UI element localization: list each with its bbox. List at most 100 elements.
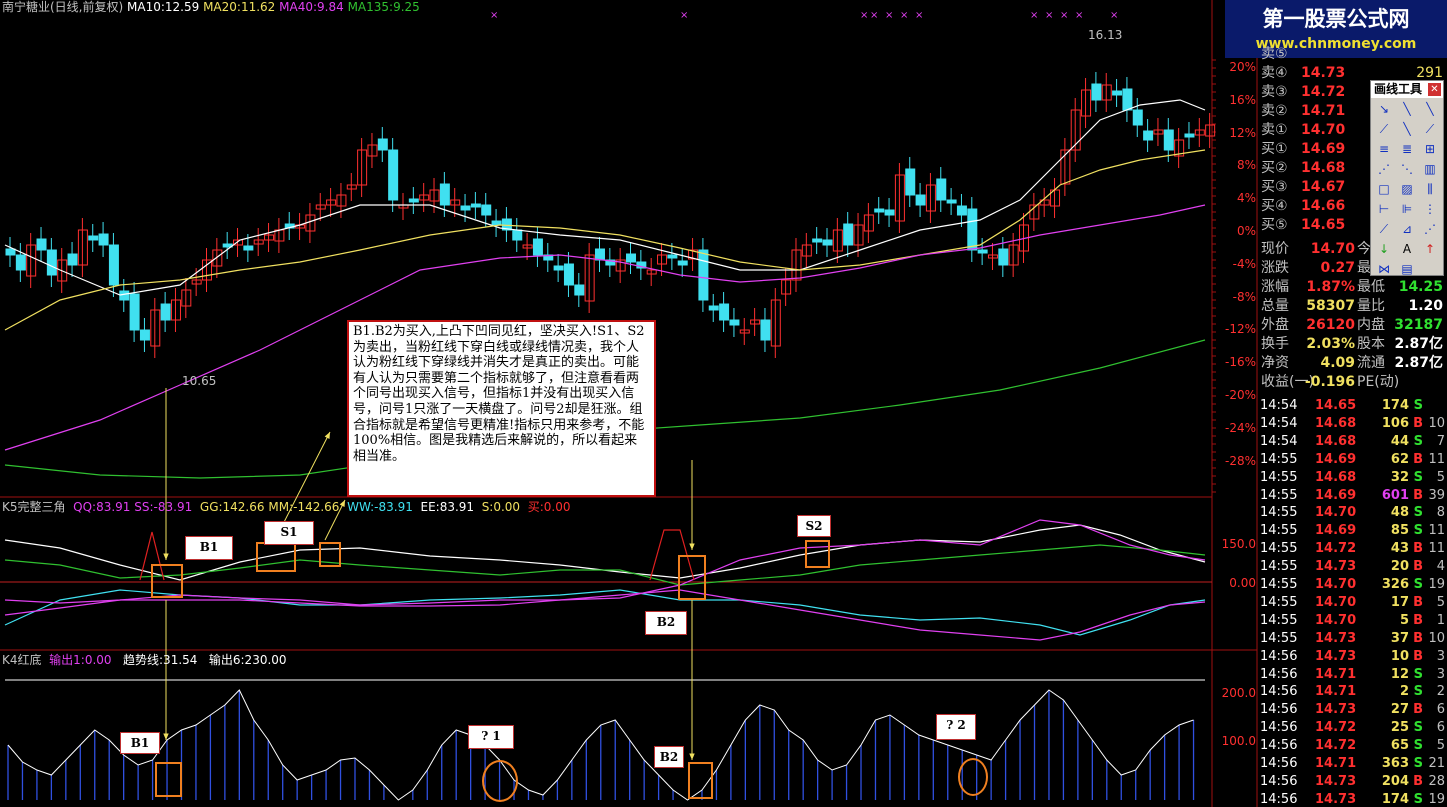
- tick-row: 14:56 14.72 65 S 5: [1257, 737, 1447, 755]
- order-label: 卖①: [1261, 122, 1288, 138]
- order-label: 卖②: [1261, 103, 1288, 119]
- drawing-tool-icon[interactable]: ↑: [1420, 240, 1440, 258]
- drawing-tool-icon[interactable]: ⊿: [1397, 220, 1417, 238]
- drawing-tools-palette[interactable]: 画线工具 ✕ ↘ ╲ ╲ ⟋ ╲ ⟋ ≡ ≣ ⊞ ⋰ ⋱ ▥ □ ▨ ⫼ ⊢ ⊫ ⋮ ⟋ ⊿ ⋰ ↓ A ↑ ⋈ ▤: [1370, 80, 1444, 276]
- drawing-tool-icon[interactable]: ⋈: [1374, 260, 1394, 278]
- drawing-tool-icon[interactable]: ⋱: [1397, 160, 1417, 178]
- drawing-tool-icon[interactable]: ⋮: [1420, 200, 1440, 218]
- order-price: 14.72: [1301, 84, 1346, 100]
- candle-body: [1132, 109, 1143, 126]
- tick-volume: 5: [1399, 612, 1409, 628]
- candle-body: [15, 254, 26, 271]
- low-price-label: 10.65: [182, 374, 217, 388]
- tick-row: 14:54 14.68 106 B 10: [1257, 415, 1447, 433]
- candle-body: [719, 303, 730, 321]
- q1-highlight-circle: [482, 760, 518, 802]
- order-label: 买④: [1261, 198, 1288, 214]
- price-axis-label: 16%: [1229, 92, 1256, 107]
- quote-label-2: 今: [1357, 241, 1371, 257]
- order-label: 买⑤: [1261, 217, 1288, 233]
- drawing-tool-icon[interactable]: ⟋: [1374, 120, 1394, 138]
- order-label: 买③: [1261, 179, 1288, 195]
- drawing-tool-icon[interactable]: ⊢: [1374, 200, 1394, 218]
- drawing-tool-icon[interactable]: ≡: [1374, 140, 1394, 158]
- candle-body: [936, 178, 947, 201]
- arrow-b2-down-head: [689, 543, 695, 550]
- candle-body: [626, 253, 637, 263]
- drawing-tool-icon[interactable]: ╲: [1397, 100, 1417, 118]
- quote-value: -0.196: [1304, 374, 1355, 390]
- drawing-tool-icon[interactable]: ↘: [1374, 100, 1394, 118]
- quote-row: 总量 58307 量比 1.20: [1257, 297, 1447, 316]
- ma10-line: [4, 99, 1206, 296]
- ww-value: WW:-83.91: [347, 500, 413, 514]
- tick-count: 5: [1436, 594, 1445, 610]
- candle-body: [874, 208, 885, 213]
- quote-row: 涨幅 1.87% 最低 14.25: [1257, 278, 1447, 297]
- tick-side: S: [1413, 791, 1423, 807]
- tick-row: 14:56 14.73 27 B 6: [1257, 701, 1447, 719]
- candle-body: [822, 239, 833, 246]
- signal-marker: ×: [915, 10, 923, 21]
- tick-time: 14:56: [1260, 738, 1298, 754]
- palette-title-bar[interactable]: 画线工具 ✕: [1371, 81, 1443, 98]
- drawing-tool-icon[interactable]: ⋰: [1420, 220, 1440, 238]
- tick-side: S: [1413, 684, 1423, 700]
- price-axis-label: -24%: [1224, 420, 1256, 435]
- signal-marker: ×: [900, 10, 908, 21]
- price-axis-label: -16%: [1224, 355, 1256, 370]
- drawing-tool-icon[interactable]: ≣: [1397, 140, 1417, 158]
- tick-count: 10: [1428, 415, 1445, 431]
- close-icon[interactable]: ✕: [1428, 83, 1441, 96]
- drawing-tool-icon[interactable]: ⊫: [1397, 200, 1417, 218]
- drawing-tool-icon[interactable]: ▨: [1397, 180, 1417, 198]
- drawing-tool-icon[interactable]: ⊞: [1420, 140, 1440, 158]
- drawing-tool-icon[interactable]: ⋰: [1374, 160, 1394, 178]
- tick-volume: 65: [1390, 738, 1409, 754]
- drawing-tool-icon[interactable]: ⫼: [1420, 180, 1440, 198]
- drawing-tool-icon[interactable]: ↓: [1374, 240, 1394, 258]
- price-axis-label: 8%: [1236, 158, 1256, 173]
- candle-body: [563, 263, 574, 286]
- tick-count: 28: [1428, 773, 1445, 789]
- drawing-tool-icon[interactable]: ⟋: [1374, 220, 1394, 238]
- tick-side: B: [1413, 559, 1423, 575]
- tick-side: B: [1413, 451, 1423, 467]
- tick-side: S: [1413, 720, 1423, 736]
- candle-body: [377, 138, 388, 151]
- tick-volume: 204: [1381, 773, 1409, 789]
- tick-price: 14.69: [1315, 451, 1357, 467]
- candle-body: [408, 198, 419, 203]
- drawing-tool-icon[interactable]: ▤: [1397, 260, 1417, 278]
- drawing-tool-icon[interactable]: ⟋: [1420, 120, 1440, 138]
- candle-body: [698, 249, 709, 301]
- candle-body: [1112, 90, 1123, 96]
- stock-chart-window: { "header":{"title":"南宁糖业(日线,前复权)","ma10…: [0, 0, 1447, 807]
- q2-label: ? 2: [936, 714, 976, 740]
- drawing-tool-icon[interactable]: ▥: [1420, 160, 1440, 178]
- tick-row: 14:54 14.65 174 S: [1257, 397, 1447, 415]
- drawing-tool-icon[interactable]: ╲: [1420, 100, 1440, 118]
- arrow-b2-lower-head: [689, 753, 695, 760]
- s2-label: S2: [797, 515, 831, 537]
- tick-time: 14:55: [1260, 559, 1298, 575]
- candle-body: [708, 305, 719, 311]
- q2-highlight-circle: [958, 758, 988, 796]
- order-price: 14.68: [1301, 160, 1346, 176]
- quote-label: 换手: [1261, 336, 1289, 352]
- tick-price: 14.70: [1315, 594, 1357, 610]
- candle-body: [760, 319, 771, 341]
- quote-value: 0.27: [1320, 260, 1355, 276]
- order-price: 14.73: [1301, 65, 1346, 81]
- signal-marker: ×: [1030, 10, 1038, 21]
- order-label: 买②: [1261, 160, 1288, 176]
- tick-volume: 32: [1390, 469, 1409, 485]
- drawing-tool-icon[interactable]: A: [1397, 240, 1417, 258]
- quote-value: 4.09: [1320, 355, 1355, 371]
- b1-lower-highlight-box: [155, 762, 182, 797]
- out1-value: 输出1:0.00: [49, 653, 112, 667]
- drawing-tool-icon[interactable]: ╲: [1397, 120, 1417, 138]
- tick-price: 14.70: [1315, 577, 1357, 592]
- drawing-tool-icon[interactable]: □: [1374, 180, 1394, 198]
- tick-volume: 174: [1381, 791, 1409, 807]
